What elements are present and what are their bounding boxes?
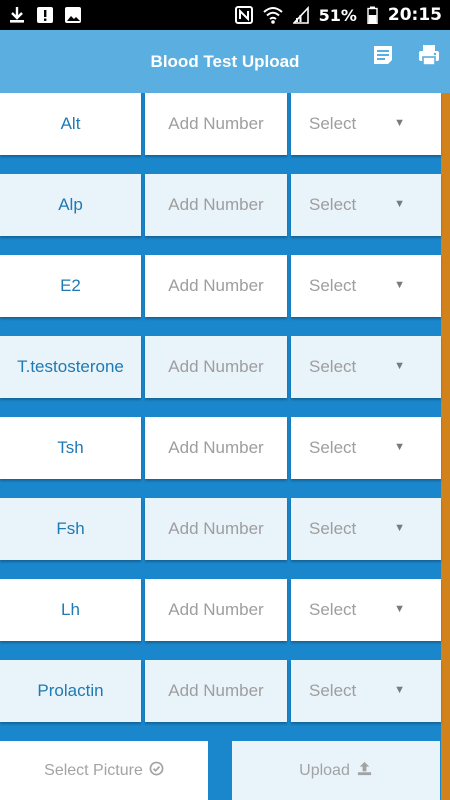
select-label: Select <box>309 600 357 619</box>
upload-button[interactable]: Upload <box>232 741 440 800</box>
select-label: Select <box>309 681 357 700</box>
select-picture-label: Select Picture <box>44 761 143 779</box>
select-label: Select <box>309 438 357 457</box>
upload-icon <box>356 760 373 782</box>
test-label: E2 <box>0 255 141 317</box>
wifi-icon <box>262 6 283 24</box>
battery-percent: 51% <box>318 5 357 25</box>
test-row-e2: E2 Add Number Select ▼ <box>0 255 441 317</box>
value-input[interactable]: Add Number <box>145 498 287 560</box>
dropdown-arrow-icon: ▼ <box>394 684 405 696</box>
dropdown-arrow-icon: ▼ <box>394 522 405 534</box>
unit-select[interactable]: Select ▼ <box>291 498 441 560</box>
select-label: Select <box>309 195 357 214</box>
unit-select[interactable]: Select ▼ <box>291 417 441 479</box>
unit-select[interactable]: Select ▼ <box>291 174 441 236</box>
value-input[interactable]: Add Number <box>145 660 287 722</box>
value-input[interactable]: Add Number <box>145 579 287 641</box>
status-bar: 51% 20:15 <box>0 0 450 30</box>
status-right: 51% 20:15 <box>234 5 442 25</box>
nfc-icon <box>234 6 253 24</box>
unit-select[interactable]: Select ▼ <box>291 336 441 398</box>
test-label: Tsh <box>0 417 141 479</box>
dropdown-arrow-icon: ▼ <box>394 117 405 129</box>
value-input[interactable]: Add Number <box>145 417 287 479</box>
test-label: Fsh <box>0 498 141 560</box>
footer-actions: Select Picture Upload <box>0 741 450 800</box>
value-input[interactable]: Add Number <box>145 174 287 236</box>
test-row-alt: Alt Add Number Select ▼ <box>0 93 441 155</box>
signal-icon <box>292 6 309 24</box>
image-icon <box>64 6 82 24</box>
select-label: Select <box>309 357 357 376</box>
clock: 20:15 <box>387 5 442 25</box>
select-label: Select <box>309 276 357 295</box>
select-label: Select <box>309 519 357 538</box>
select-label: Select <box>309 114 357 133</box>
unit-select[interactable]: Select ▼ <box>291 93 441 155</box>
battery-icon <box>367 6 378 24</box>
unit-select[interactable]: Select ▼ <box>291 660 441 722</box>
test-label: Alp <box>0 174 141 236</box>
test-row-fsh: Fsh Add Number Select ▼ <box>0 498 441 560</box>
test-row-alp: Alp Add Number Select ▼ <box>0 174 441 236</box>
value-input[interactable]: Add Number <box>145 336 287 398</box>
test-row-tsh: Tsh Add Number Select ▼ <box>0 417 441 479</box>
unit-select[interactable]: Select ▼ <box>291 579 441 641</box>
value-input[interactable]: Add Number <box>145 93 287 155</box>
value-input[interactable]: Add Number <box>145 255 287 317</box>
test-label: Prolactin <box>0 660 141 722</box>
test-label: Alt <box>0 93 141 155</box>
download-icon <box>8 6 26 24</box>
test-row-lh: Lh Add Number Select ▼ <box>0 579 441 641</box>
dropdown-arrow-icon: ▼ <box>394 441 405 453</box>
scroll-indicator <box>441 93 450 800</box>
print-icon[interactable] <box>416 42 442 68</box>
select-picture-button[interactable]: Select Picture <box>0 741 208 800</box>
test-row-t-testosterone: T.testosterone Add Number Select ▼ <box>0 336 441 398</box>
dropdown-arrow-icon: ▼ <box>394 603 405 615</box>
status-left <box>8 6 82 24</box>
list-icon[interactable] <box>370 42 396 68</box>
dropdown-arrow-icon: ▼ <box>394 360 405 372</box>
app-actions <box>370 42 442 68</box>
test-label: T.testosterone <box>0 336 141 398</box>
dropdown-arrow-icon: ▼ <box>394 198 405 210</box>
test-label: Lh <box>0 579 141 641</box>
app-bar: Blood Test Upload <box>0 30 450 93</box>
test-row-prolactin: Prolactin Add Number Select ▼ <box>0 660 441 722</box>
check-circle-icon <box>149 761 164 781</box>
unit-select[interactable]: Select ▼ <box>291 255 441 317</box>
upload-label: Upload <box>299 761 350 779</box>
dropdown-arrow-icon: ▼ <box>394 279 405 291</box>
alert-box-icon <box>36 6 54 24</box>
page-title: Blood Test Upload <box>150 51 300 71</box>
